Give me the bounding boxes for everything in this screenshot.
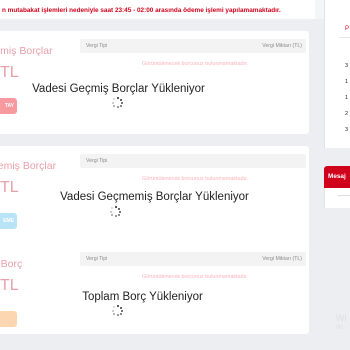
column-tax-amount: Vergi Miktarı (TL)	[262, 43, 302, 49]
no-debt-message: Görüntülenecek borcunuz bulunmamaktadır.	[142, 61, 249, 67]
card-title: eçmiş Borçlar	[0, 45, 53, 57]
maintenance-alert: n mutabakat işlemleri nedeniyle saat 23:…	[0, 0, 315, 19]
card-title: memiş Borçlar	[0, 160, 57, 172]
spinner-icon	[112, 305, 123, 316]
column-tax-amount: Vergi Miktarı (TL)	[262, 256, 302, 262]
messages-divider	[338, 195, 350, 196]
panel-gap	[324, 148, 350, 166]
calendar-panel: P 3 1 1 2 3	[324, 0, 350, 148]
tab-label[interactable]: P	[345, 26, 349, 32]
no-debt-message: Görüntülenecek borcunuz bulunmamaktadır.	[142, 274, 249, 280]
table-header: Vergi Tipi Vergi Miktarı (TL)	[80, 39, 306, 53]
no-debt-message: Görüntülenecek borcunuz bulunmamaktadır.	[142, 176, 249, 182]
panel-number: 3	[345, 127, 349, 133]
messages-header: Mesaj	[324, 166, 350, 188]
card-title: m Borç	[0, 258, 23, 270]
spinner-icon	[112, 97, 123, 108]
panel-number: 1	[345, 95, 349, 101]
tab-underline	[339, 37, 350, 38]
column-tax-type: Vergi Tipi	[86, 158, 108, 164]
total-debt-card: m Borç TL Vergi Tipi Vergi Miktarı (TL) …	[0, 244, 309, 334]
page: n mutabakat işlemleri nedeniyle saat 23:…	[0, 0, 350, 350]
panel-number: 1	[345, 79, 349, 85]
table-header: Vergi Tipi Vergi Miktarı (TL)	[80, 252, 306, 266]
windows-activation-watermark: Wi	[336, 313, 347, 323]
messages-box	[324, 188, 350, 208]
pay-button[interactable]: EME	[0, 213, 17, 229]
column-tax-type: Vergi Tipi	[86, 43, 108, 49]
table-header: Vergi Tipi	[80, 154, 306, 168]
loading-text: Toplam Borç Yükleniyor	[82, 291, 203, 303]
divider	[317, 19, 324, 350]
panel-number: 3	[345, 63, 349, 69]
loading-text: Vadesi Geçmemiş Borçlar Yükleniyor	[60, 191, 249, 203]
loading-text: Vadesi Geçmiş Borçlar Yükleniyor	[32, 83, 205, 95]
right-panel: P 3 1 1 2 3 Mesaj	[324, 0, 350, 350]
panel-number: 2	[345, 111, 349, 117]
overdue-debts-card: eçmiş Borçlar TL TAY Vergi Tipi Vergi Mi…	[0, 31, 309, 134]
windows-activation-watermark-sub: Wi	[336, 325, 343, 331]
spinner-icon	[110, 206, 121, 217]
pay-button[interactable]: TAY	[0, 98, 17, 114]
card-amount: TL	[0, 64, 19, 81]
column-tax-type: Vergi Tipi	[86, 256, 108, 262]
pay-button[interactable]	[0, 311, 17, 327]
not-overdue-debts-card: memiş Borçlar TL EME Vergi Tipi Görüntül…	[0, 146, 309, 249]
